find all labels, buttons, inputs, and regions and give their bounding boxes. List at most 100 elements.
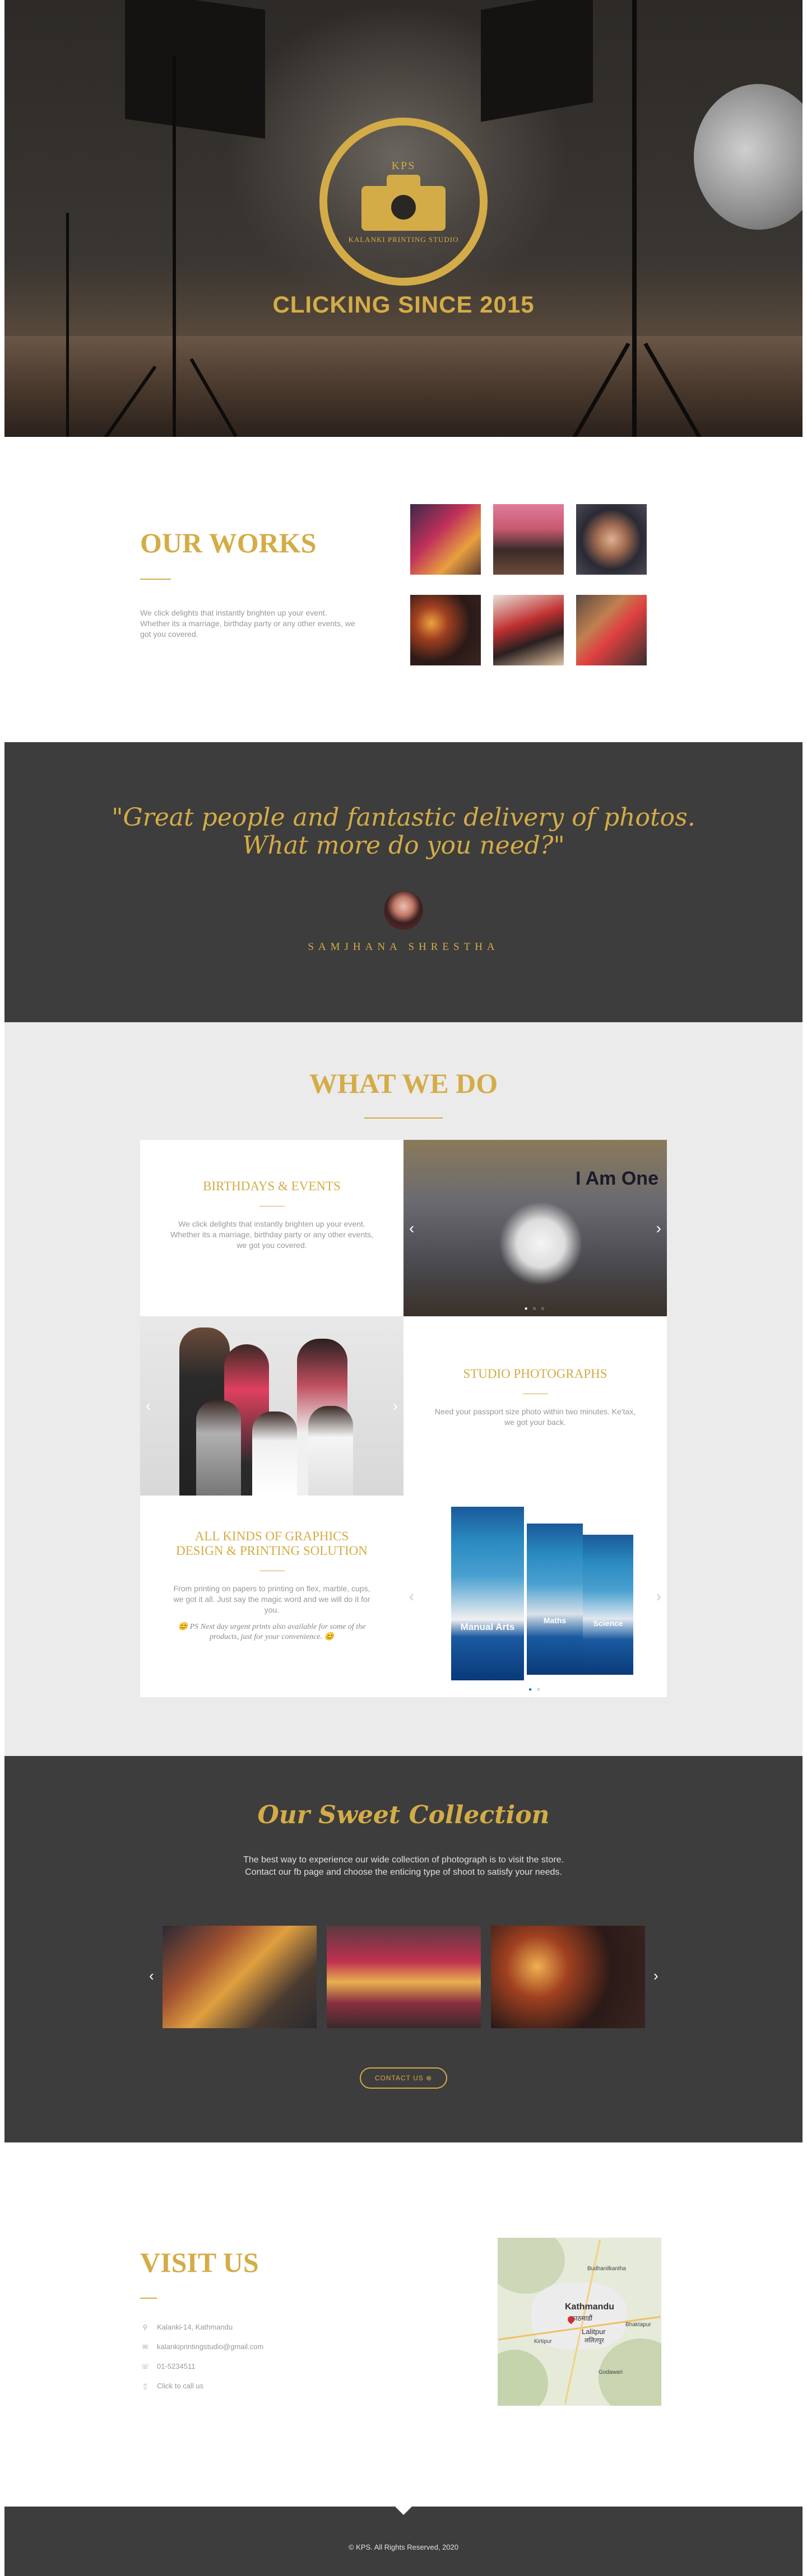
quote-line-2: What more do you need?" [242,831,565,860]
carousel-next-icon[interactable]: › [653,1967,658,1985]
what-we-do-title: WHAT WE DO [309,1068,498,1099]
slider-next-icon[interactable]: › [656,1219,661,1237]
testimonial-section: "Great people and fantastic delivery of … [4,742,803,1022]
service-title-graphics: ALL KINDS OF GRAPHICS DESIGN & PRINTING … [140,1529,404,1558]
visit-title: VISIT US [140,2247,259,2278]
our-works-section: OUR WORKS We click delights that instant… [0,437,807,742]
collection-image-3[interactable] [491,1926,645,2028]
hero-tagline: CLICKING SINCE 2015 [272,291,535,318]
envelope-icon: ✉ [142,2342,149,2351]
footer-notch [395,2507,412,2515]
mobile-icon: ▯ [143,2382,147,2390]
collection-title: Our Sweet Collection [257,1801,550,1829]
banner-label-2: Maths [543,1616,567,1625]
light-stand-left [173,56,176,437]
email-link[interactable]: kalankiprintingstudio@gmail.com [157,2342,263,2351]
collection-desc-line-2: Contact our fb page and choose the entic… [245,1867,562,1877]
slider-prev-icon[interactable]: ‹ [409,1587,414,1605]
softbox-left [125,0,265,139]
call-row[interactable]: ▯ Click to call us [140,2382,203,2390]
service-card-birthdays: BIRTHDAYS & EVENTS We click delights tha… [140,1140,404,1316]
slider-prev-icon[interactable]: ‹ [146,1397,151,1415]
slider-next-icon[interactable]: › [656,1587,661,1605]
collection-desc-line-1: The best way to experience our wide coll… [243,1855,564,1865]
softbox-right [481,0,593,122]
avatar [384,891,423,930]
rollup-banner-2: Maths [527,1524,583,1675]
slider-next-icon[interactable]: › [393,1397,398,1415]
graphics-title-line-1: ALL KINDS OF GRAPHICS [194,1529,349,1543]
phone-icon: ☏ [141,2362,150,2370]
work-thumbnail-2[interactable] [493,504,564,575]
banner-label-3: Science [593,1619,623,1628]
logo-studio-name: KALANKI PRINTING STUDIO [348,235,459,244]
call-link[interactable]: Click to call us [157,2382,203,2390]
work-thumbnail-4[interactable] [410,595,481,665]
works-title: OUR WORKS [140,527,317,558]
visit-us-section: VISIT US ⚲ Kalanki-14, Kathmandu ✉ kalan… [0,2142,807,2507]
service-note-graphics: 😊 PS Next day urgent prints also availab… [178,1623,366,1641]
testimonial-author: SAMJHANA SHRESTHA [308,941,499,953]
studio-logo: KPS KALANKI PRINTING STUDIO [319,118,488,286]
logo-kps-text: KPS [391,159,416,172]
collection-description: The best way to experience our wide coll… [4,1854,803,1879]
map-label-budhanilkantha: Budhanilkantha [587,2266,626,2272]
events-slider[interactable]: I Am One ‹ › ● ○ ○ [404,1140,667,1316]
collection-image-1[interactable] [163,1926,317,2028]
testimonial-quote: "Great people and fantastic delivery of … [4,804,803,860]
light-stand-right [632,0,637,437]
works-description: We click delights that instantly brighte… [140,608,355,639]
map-label-kathmandu: Kathmandu [565,2302,614,2312]
works-divider [140,579,171,580]
service-description-studio: Need your passport size photo within two… [434,1407,636,1427]
slide-banner-text: I Am One [576,1168,658,1189]
collection-section: Our Sweet Collection The best way to exp… [4,1756,803,2142]
work-thumbnail-3[interactable] [576,504,647,575]
email-row[interactable]: ✉ kalankiprintingstudio@gmail.com [140,2342,263,2351]
what-we-do-section: WHAT WE DO BIRTHDAYS & EVENTS We click d… [4,1022,803,1756]
map-label-lalitpur: Lalitpur [582,2327,606,2336]
carousel-prev-icon[interactable]: ‹ [149,1967,154,1985]
phone-text: 01-5234511 [157,2362,196,2370]
family-photo-slider[interactable]: ‹ › [140,1316,404,1496]
camera-icon [361,174,446,231]
map-label-godawari: Godawari [599,2369,623,2375]
location-pin-icon: ⚲ [142,2323,148,2331]
rollup-banner-3: Science [583,1535,633,1675]
address-text: Kalanki-14, Kathmandu [157,2323,233,2331]
work-thumbnail-5[interactable] [493,595,564,665]
work-thumbnail-6[interactable] [576,595,647,665]
contact-us-button[interactable]: CONTACT US ⊕ [360,2067,447,2089]
visit-divider [140,2298,157,2299]
work-thumbnail-1[interactable] [410,504,481,575]
map-label-bhaktapur: Bhaktapur [625,2322,651,2328]
map-label-lalitpur-native: ललितपुर [585,2337,604,2344]
slider-prev-icon[interactable]: ‹ [409,1219,414,1237]
service-title-birthdays: BIRTHDAYS & EVENTS [203,1179,341,1193]
address-row: ⚲ Kalanki-14, Kathmandu [140,2323,233,2331]
service-card-graphics: ALL KINDS OF GRAPHICS DESIGN & PRINTING … [140,1496,404,1697]
service-card-studio: STUDIO PHOTOGRAPHS Need your passport si… [404,1316,667,1496]
copyright-text: © KPS. All Rights Reserved, 2020 [348,2543,458,2551]
map-label-kirtipur: Kirtipur [534,2339,552,2345]
slider-dots[interactable]: ● ○ [404,1687,667,1693]
service-description-graphics: From printing on papers to printing on f… [173,1584,370,1614]
light-stand-far-left [66,213,69,437]
what-we-do-divider [364,1117,443,1119]
banners-slider[interactable]: Manual Arts Maths Science ‹ › ● ○ [404,1496,667,1697]
graphics-title-line-2: DESIGN & PRINTING SOLUTION [176,1544,368,1558]
quote-line-1: "Great people and fantastic delivery of … [112,803,695,832]
banner-label-1: Manual Arts [460,1622,515,1632]
service-title-studio: STUDIO PHOTOGRAPHS [463,1367,607,1381]
arrow-right-icon: ⊕ [426,2074,433,2082]
rollup-banner-1: Manual Arts [451,1507,524,1680]
phone-row: ☏ 01-5234511 [140,2362,195,2370]
card-divider [259,1206,285,1207]
studio-floor [4,336,803,437]
slider-dots[interactable]: ● ○ ○ [404,1306,667,1312]
hero-section: KPS KALANKI PRINTING STUDIO CLICKING SIN… [4,0,803,437]
page-footer: © KPS. All Rights Reserved, 2020 [4,2507,803,2576]
collection-image-2[interactable] [327,1926,481,2028]
service-description-birthdays: We click delights that instantly brighte… [170,1219,373,1250]
location-map[interactable]: Kathmandu काठमाडौं Lalitpur ललितपुर Budh… [498,2238,661,2406]
